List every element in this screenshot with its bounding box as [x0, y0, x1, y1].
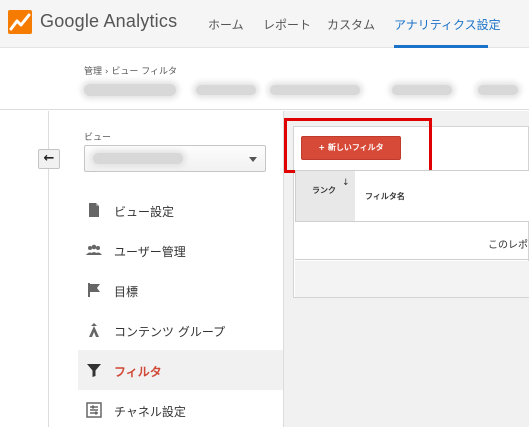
redacted-view[interactable] [392, 85, 452, 95]
redacted-property-id[interactable] [270, 85, 360, 95]
back-arrow-button[interactable]: ← [38, 149, 60, 169]
sidebar-item-view-settings[interactable]: ビュー設定 [78, 190, 283, 230]
nav-reports[interactable]: レポート [263, 16, 311, 33]
channel-settings-icon [86, 402, 102, 418]
nav-custom[interactable]: カスタム [327, 16, 375, 33]
sidebar-item-channel-settings[interactable]: チャネル設定 [78, 390, 283, 430]
redacted-property[interactable] [196, 85, 256, 95]
view-label: ビュー [84, 133, 112, 143]
active-item-pointer [275, 364, 282, 378]
column-header-more [521, 170, 529, 222]
redacted-view-id[interactable] [478, 85, 518, 95]
sidebar-item-label: ユーザー管理 [114, 245, 186, 259]
breadcrumb-current: ビュー フィルタ [111, 67, 178, 77]
document-icon [89, 203, 99, 217]
breadcrumb: 管理 › ビュー フィルタ [84, 64, 177, 77]
sidebar-item-content-grouping[interactable]: コンテンツ グループ [78, 310, 283, 350]
sidebar-item-label: コンテンツ グループ [114, 325, 226, 339]
sidebar-item-label: フィルタ [114, 365, 162, 379]
table-empty-row: このレポ [295, 222, 529, 260]
nav-home[interactable]: ホーム [208, 16, 244, 33]
sidebar-item-label: チャネル設定 [114, 405, 186, 419]
column-header-label: フィルタ名 [365, 192, 405, 201]
chevron-down-icon [249, 157, 257, 162]
sidebar-item-label: 目標 [114, 285, 139, 299]
column-header-filter-name[interactable]: フィルタ名 [355, 170, 522, 222]
sort-down-icon: ↓ [342, 178, 350, 188]
view-selector[interactable] [84, 145, 266, 172]
breadcrumb-separator: › [104, 67, 109, 77]
column-header-label: ランク [312, 186, 336, 195]
account-header [0, 48, 529, 110]
top-bar: Google Analytics ホーム レポート カスタム アナリティクス設定 [0, 0, 529, 48]
filter-icon [87, 364, 101, 377]
sidebar-item-filters[interactable]: フィルタ [78, 350, 283, 390]
callout-highlight-box [284, 118, 432, 173]
content-group-icon [89, 323, 99, 337]
empty-message: このレポ [488, 240, 528, 251]
users-icon [86, 244, 102, 255]
redacted-account-name[interactable] [84, 84, 176, 96]
sidebar-item-goals[interactable]: 目標 [78, 270, 283, 310]
column-header-rank[interactable]: ランク ↓ [295, 170, 356, 222]
sidebar-item-label: ビュー設定 [114, 205, 175, 219]
flag-icon [88, 283, 100, 297]
nav-admin[interactable]: アナリティクス設定 [394, 16, 501, 33]
analytics-logo-icon[interactable] [8, 10, 32, 34]
breadcrumb-root[interactable]: 管理 [84, 67, 102, 77]
table-footer [295, 261, 529, 297]
sidebar-item-user-management[interactable]: ユーザー管理 [78, 230, 283, 270]
app-title[interactable]: Google Analytics [40, 11, 177, 32]
redacted-view-name [93, 153, 183, 164]
